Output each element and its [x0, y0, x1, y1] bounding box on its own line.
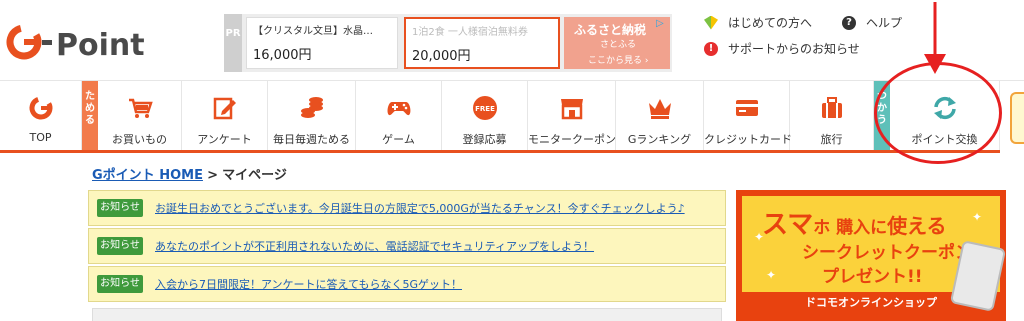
alert-icon: ! [704, 41, 718, 56]
nav-item-daily[interactable]: 毎日毎週ためる [268, 81, 356, 151]
pr-label-text: PR [225, 28, 241, 39]
credit-card-icon [735, 100, 758, 116]
content-panel [92, 308, 722, 321]
help-link[interactable]: ? ヘルプ [842, 14, 902, 31]
gamepad-icon [387, 102, 410, 116]
banner-headline: スマホ 購入に使える [762, 204, 947, 241]
ad-item-price: 20,000円 [412, 49, 471, 64]
right-edge-widget[interactable] [1010, 92, 1024, 144]
question-icon: ? [842, 15, 856, 30]
sparkle-icon: ✦ [972, 210, 983, 224]
tsukau-tab-label: つかう [877, 91, 887, 126]
free-badge-icon: FREE [472, 96, 497, 120]
notice-link[interactable]: 入会から7日間限定！アンケートに答えてもらなく5Gゲット！ [155, 276, 462, 292]
nav-item-register[interactable]: FREE 登録応募 [442, 81, 528, 151]
banner-headline-small: ホ 購入 [813, 218, 871, 238]
banner-headline-big: スマ [762, 210, 814, 240]
nav-item-label: クレジットカード [704, 133, 792, 146]
furusato-ad-link: ここから見る › [588, 56, 649, 66]
breadcrumb-home-link[interactable]: Gポイント HOME [92, 168, 203, 183]
header: PointPoint PR 【クリスタル文旦】水晶… 16,000円 1泊2食 … [0, 0, 1024, 78]
nav-item-credit[interactable]: クレジットカード [704, 81, 792, 151]
gpoint-logo[interactable]: PointPoint [6, 22, 233, 63]
breadcrumb-separator: > [207, 168, 218, 183]
sparkle-icon: ✦ [766, 268, 777, 282]
nav-item-label: TOP [29, 131, 52, 144]
ad-info-icon[interactable]: ▷ [656, 18, 668, 30]
notice-badge: お知らせ [97, 237, 143, 255]
ad-item-title: 【クリスタル文旦】水晶… [253, 26, 373, 37]
nav-item-game[interactable]: ゲーム [356, 81, 442, 151]
docomo-banner[interactable]: スマホ 購入に使える シークレットクーポン プレゼント!! ✦ ✦ ✦ ドコモオ… [736, 190, 1006, 321]
notice-item: お知らせ お誕生日おめでとうございます。今月誕生日の方限定で5,000Gが当たる… [88, 190, 726, 226]
ad-item-title: 1泊2食 一人様宿泊無料券 [412, 27, 528, 38]
ad-strip: PR 【クリスタル文旦】水晶… 16,000円 1泊2食 一人様宿泊無料券 20… [224, 14, 672, 72]
breadcrumb-current: マイページ [222, 168, 287, 183]
beginner-link[interactable]: はじめての方へ [704, 14, 812, 31]
nav-item-label: お買いもの [112, 133, 167, 146]
nav-item-top[interactable]: TOP [0, 81, 82, 151]
banner-headline-big2: 使える [887, 214, 947, 238]
nav-item-label: ポイント交換 [911, 133, 978, 146]
furusato-ad-sub: さとふる [600, 40, 637, 50]
nav-item-label: モニタークーポン [528, 133, 616, 146]
beginner-link-label: はじめての方へ [728, 16, 813, 30]
cart-icon [128, 98, 153, 118]
tsukau-tab: つかう [874, 81, 890, 151]
support-notice-label: サポートからのお知らせ [728, 42, 860, 56]
ad-item-1[interactable]: 【クリスタル文旦】水晶… 16,000円 [246, 17, 398, 69]
logo-text: PointPoint [56, 28, 146, 62]
main-nav: TOP ためる お買いもの アンケート 毎日毎週ためる ゲーム FREE 登録応… [0, 80, 1024, 152]
banner-present: プレゼント!! [822, 267, 923, 287]
nav-item-point-exchange[interactable]: ポイント交換 [890, 81, 1000, 151]
tameru-tab-label: ためる [85, 91, 95, 126]
ad-item-price: 16,000円 [253, 48, 312, 63]
banner-headline-small2: に [870, 218, 888, 238]
suitcase-icon [821, 97, 842, 118]
nav-item-monitor[interactable]: モニタークーポン [528, 81, 616, 151]
shop-icon [560, 99, 583, 120]
breadcrumb: Gポイント HOME > マイページ [92, 164, 287, 183]
tameru-tab: ためる [82, 81, 98, 151]
nav-item-travel[interactable]: 旅行 [790, 81, 874, 151]
crown-icon [648, 99, 671, 119]
coins-icon [300, 97, 323, 118]
nav-item-label: アンケート [197, 133, 252, 146]
nav-item-label: 毎日毎週ためる [273, 133, 350, 146]
free-badge-text: FREE [475, 105, 495, 113]
beginner-leaf-icon [704, 15, 718, 30]
furusato-ad[interactable]: ふるさと納税 さとふる ここから見る › ▷ [564, 17, 670, 69]
banner-subline: シークレットクーポン [802, 243, 972, 263]
notice-link[interactable]: お誕生日おめでとうございます。今月誕生日の方限定で5,000Gが当たるチャンス！… [155, 200, 685, 216]
nav-item-label: Gランキング [627, 133, 692, 146]
support-notice-link[interactable]: ! サポートからのお知らせ [704, 40, 860, 57]
notice-item: お知らせ 入会から7日間限定！アンケートに答えてもらなく5Gゲット！ [88, 266, 726, 302]
help-link-label: ヘルプ [866, 16, 903, 30]
g-logo-icon [29, 96, 52, 120]
notice-item: お知らせ あなたのポイントが不正利用されないために、電話認証でセキュリティアップ… [88, 228, 726, 264]
annotation-arrow-icon [924, 2, 946, 74]
ad-item-2[interactable]: 1泊2食 一人様宿泊無料券 20,000円 [404, 17, 560, 69]
nav-item-label: ゲーム [382, 133, 415, 146]
notice-link[interactable]: あなたのポイントが不正利用されないために、電話認証でセキュリティアップをしよう！ [155, 238, 594, 254]
banner-footer: ドコモオンラインショップ [805, 296, 937, 309]
nav-item-survey[interactable]: アンケート [182, 81, 268, 151]
nav-underline [0, 150, 1000, 153]
nav-item-ranking[interactable]: Gランキング [616, 81, 704, 151]
notice-badge: お知らせ [97, 199, 143, 217]
gpoint-logo-icon: PointPoint [6, 24, 233, 63]
furusato-ad-title: ふるさと納税 [574, 23, 647, 37]
nav-item-label: 旅行 [820, 133, 843, 146]
notice-badge: お知らせ [97, 275, 143, 293]
nav-item-shopping[interactable]: お買いもの [98, 81, 182, 151]
nav-item-label: 登録応募 [462, 133, 507, 146]
sparkle-icon: ✦ [754, 230, 765, 244]
exchange-icon [933, 96, 956, 120]
pencil-icon [213, 97, 236, 120]
pr-label: PR [224, 14, 242, 72]
